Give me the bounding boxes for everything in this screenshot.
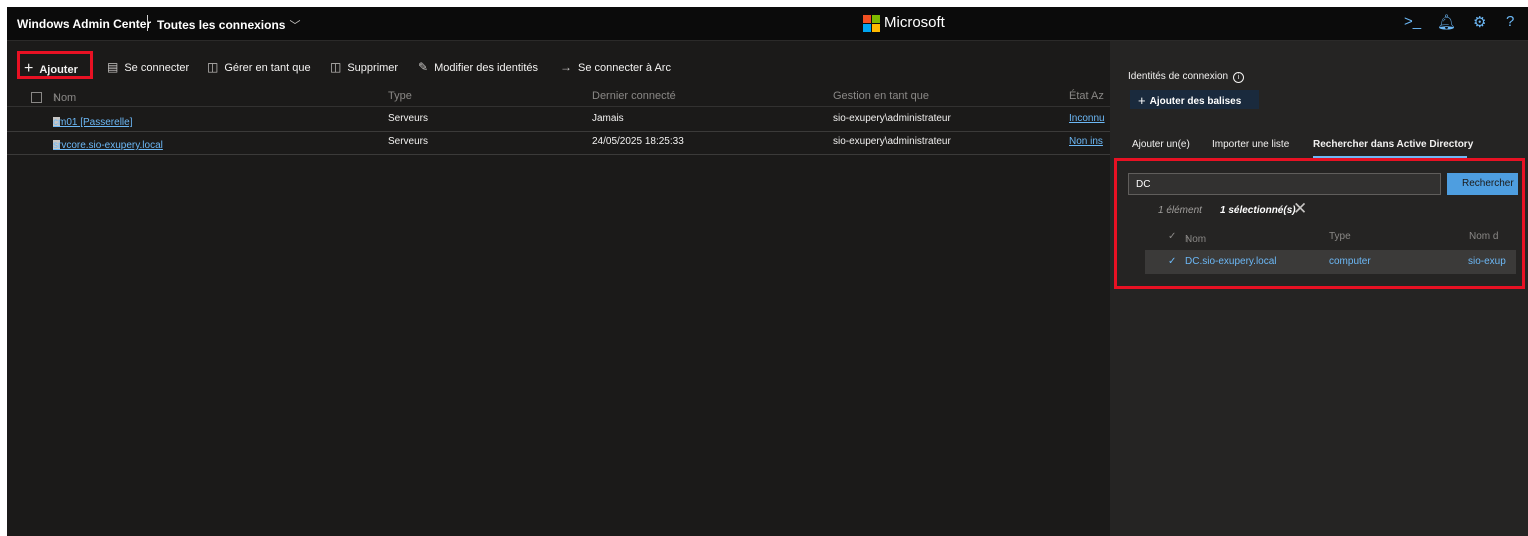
result-count: 1 élément: [1158, 205, 1202, 216]
table-row[interactable]: cm01 [Passerelle] Serveurs Jamais sio-ex…: [7, 109, 1110, 132]
manage-as-icon: ◫: [207, 60, 219, 74]
connect-icon: ▤: [107, 60, 119, 74]
trash-icon: ◫: [330, 60, 342, 74]
sort-up-arrow-icon: ↑: [1185, 234, 1190, 245]
column-header-azure-state[interactable]: État Az: [1069, 90, 1104, 102]
delete-button[interactable]: ◫ Supprimer: [330, 60, 398, 74]
chevron-down-icon: ﹀: [289, 20, 301, 32]
identities-title-label: Identités de connexion: [1128, 71, 1229, 82]
clear-selection-close-icon[interactable]: ✕: [1293, 199, 1307, 219]
table-row[interactable]: srvcore.sio-exupery.local Serveurs 24/05…: [7, 132, 1110, 155]
add-tags-button[interactable]: + Ajouter des balises: [1130, 90, 1259, 109]
microsoft-logo-icon: [863, 15, 880, 32]
help-icon[interactable]: ?: [1506, 13, 1514, 30]
results-column-domain[interactable]: Nom d: [1469, 231, 1516, 242]
arrow-right-icon: →: [560, 60, 572, 74]
checkbox-icon: [31, 92, 42, 103]
connect-button[interactable]: ▤ Se connecter: [107, 60, 189, 74]
server-name-label: cm01 [Passerelle]: [53, 117, 133, 128]
identities-title: Identités de connexion i: [1128, 71, 1245, 83]
sort-up-arrow-icon: ↑: [53, 92, 59, 104]
tab-add-one[interactable]: Ajouter un(e): [1132, 139, 1190, 150]
settings-icon[interactable]: ⚙: [1473, 13, 1486, 31]
azure-state-link[interactable]: Inconnu: [1069, 113, 1110, 124]
results-check-all[interactable]: ✓: [1168, 231, 1176, 242]
connect-button-label: Se connecter: [124, 62, 190, 74]
toolbar: + Ajouter ▤ Se connecter ◫ Gérer en tant qu…: [7, 56, 1110, 82]
delete-button-label: Supprimer: [347, 62, 399, 74]
column-header-last-connected[interactable]: Dernier connecté: [592, 90, 676, 102]
brand-name: Microsoft: [884, 14, 945, 31]
connections-list-area: + Ajouter ▤ Se connecter ◫ Gérer en tant qu…: [7, 41, 1110, 536]
server-type: Serveurs: [388, 136, 429, 147]
window-border-top: [0, 0, 1528, 7]
title-separator: [147, 15, 148, 31]
table-header: Nom ↑ Type Dernier connecté Gestion en t…: [7, 88, 1110, 107]
selected-count: 1 sélectionné(s): [1220, 205, 1296, 216]
managed-as: sio-exupery\administrateur: [833, 136, 951, 147]
server-type: Serveurs: [388, 113, 429, 124]
last-connected: Jamais: [592, 113, 624, 124]
result-type: computer: [1329, 256, 1371, 267]
connections-selector-label: Toutes les connexions: [157, 18, 286, 32]
connections-selector[interactable]: Toutes les connexions ﹀: [157, 17, 300, 33]
notifications-icon[interactable]: 🔔︎: [1437, 13, 1456, 31]
column-header-managed-as[interactable]: Gestion en tant que: [833, 90, 929, 102]
last-connected: 24/05/2025 18:25:33: [592, 136, 684, 147]
plus-icon: +: [1138, 93, 1146, 108]
result-name: DC.sio-exupery.local: [1185, 256, 1277, 267]
powershell-icon[interactable]: >_: [1404, 13, 1421, 30]
search-input[interactable]: [1128, 173, 1441, 195]
managed-as: sio-exupery\administrateur: [833, 113, 951, 124]
connect-arc-button[interactable]: → Se connecter à Arc: [560, 60, 671, 74]
edit-identities-button-label: Modifier des identités: [434, 62, 539, 74]
edit-identities-button[interactable]: ✎ Modifier des identités: [418, 60, 538, 74]
result-row[interactable]: ✓ DC.sio-exupery.local computer sio-exup: [1145, 250, 1516, 274]
tab-import-list[interactable]: Importer une liste: [1212, 139, 1289, 150]
tab-search-active-directory[interactable]: Rechercher dans Active Directory: [1313, 139, 1473, 150]
results-column-type[interactable]: Type: [1329, 231, 1351, 242]
add-tags-button-label: Ajouter des balises: [1149, 96, 1242, 107]
manage-as-button-label: Gérer en tant que: [224, 62, 311, 74]
search-button[interactable]: Rechercher: [1447, 173, 1518, 195]
app-title[interactable]: Windows Admin Center: [17, 17, 151, 31]
info-icon[interactable]: i: [1233, 72, 1245, 83]
window-border-left: [0, 0, 7, 536]
azure-state-link[interactable]: Non ins: [1069, 136, 1110, 147]
add-button-highlight: [17, 51, 93, 79]
manage-as-button[interactable]: ◫ Gérer en tant que: [207, 60, 311, 74]
connect-arc-button-label: Se connecter à Arc: [578, 62, 671, 74]
result-domain: sio-exup: [1468, 256, 1506, 267]
server-name-label: srvcore.sio-exupery.local: [53, 140, 163, 151]
results-table-header: ✓ Nom ↑ Type Nom d: [1146, 228, 1516, 246]
checkmark-icon[interactable]: ✓: [1168, 256, 1176, 267]
column-header-type[interactable]: Type: [388, 90, 412, 102]
pencil-icon: ✎: [418, 60, 429, 74]
top-bar: Windows Admin Center Toutes les connexio…: [7, 7, 1528, 41]
